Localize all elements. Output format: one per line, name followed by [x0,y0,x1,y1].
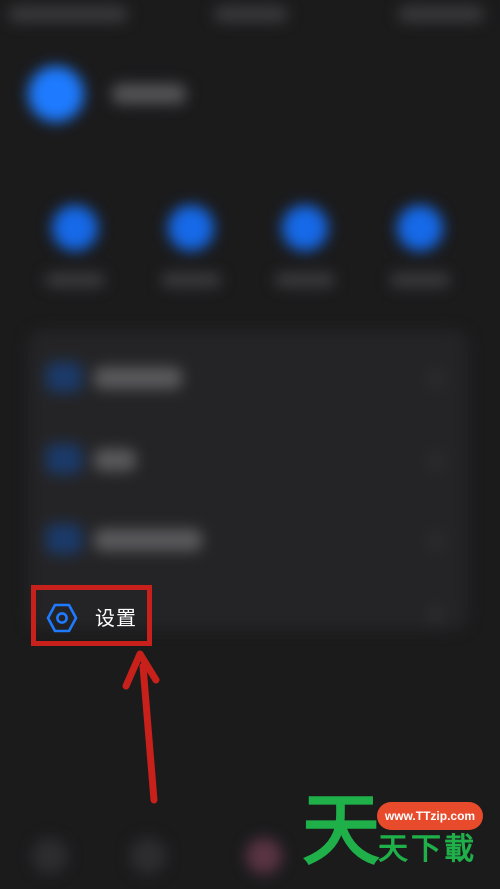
quick-action-icon-1[interactable] [52,205,98,251]
bottom-tab-3[interactable] [246,838,282,874]
quick-action-label-1 [45,273,105,287]
watermark-big-char: 天 [302,786,381,876]
blurred-background [0,0,500,889]
quick-action-label-2 [161,273,221,287]
quick-action-label-3 [275,273,335,287]
menu-row-3-icon [46,524,82,554]
menu-row-2-icon [46,444,82,474]
menu-row-1-label[interactable] [94,367,182,389]
status-bar-right [398,6,484,22]
watermark-text: 天下載 [378,832,477,867]
menu-row-1-chevron-icon [430,370,442,388]
menu-row-1-icon [46,362,82,392]
bottom-tab-2[interactable] [130,838,166,874]
quick-action-icon-3[interactable] [282,205,328,251]
settings-menu-item[interactable]: 设置 [36,590,152,646]
settings-label: 设置 [95,606,137,630]
watermark-logo: 天 www.TTzip.com 天下載 [300,786,500,880]
status-bar-center [214,6,288,22]
menu-row-4-chevron-icon [430,606,442,624]
annotation-arrow-icon [122,650,160,804]
menu-row-2-chevron-icon [430,452,442,470]
menu-card [28,330,468,630]
settings-hexagon-icon [46,603,78,633]
username-placeholder [112,84,186,104]
status-bar-left [8,6,128,22]
menu-row-3-label[interactable] [94,529,202,551]
quick-action-icon-2[interactable] [168,205,214,251]
bottom-tab-1[interactable] [32,838,68,874]
menu-row-2-label[interactable] [94,449,136,471]
quick-action-icon-4[interactable] [397,205,443,251]
watermark-url: www.TTzip.com [377,802,483,830]
quick-action-label-4 [390,273,450,287]
avatar[interactable] [28,66,84,122]
menu-row-3-chevron-icon [430,532,442,550]
